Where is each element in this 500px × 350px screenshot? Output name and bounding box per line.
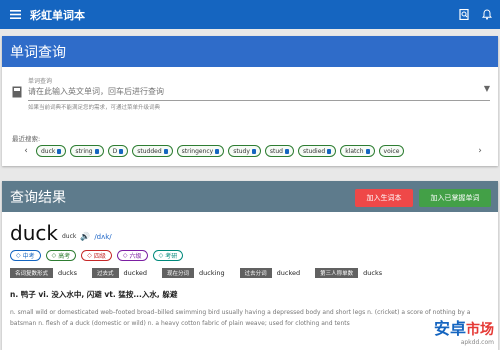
book-search-icon bbox=[459, 8, 469, 21]
recent-chip[interactable]: stringency bbox=[176, 145, 225, 157]
exam-tags: ◇ 中考 ◇ 高考 ◇ 四级 ◇ 六级 ◇ 考研 bbox=[10, 250, 184, 261]
word-title: duck bbox=[10, 221, 58, 245]
speaker-icon[interactable]: 🔊 bbox=[80, 232, 90, 241]
app-bar: 彩虹单词本 bbox=[0, 0, 500, 29]
form-value: ducks bbox=[363, 269, 383, 277]
recent-chip[interactable]: study bbox=[228, 145, 261, 157]
recent-chip[interactable]: D bbox=[107, 145, 129, 157]
search-underline bbox=[28, 100, 490, 101]
recent-chip[interactable]: string bbox=[70, 145, 104, 157]
recent-chip[interactable]: stud bbox=[264, 145, 294, 157]
exam-tag: ◇ 中考 bbox=[10, 250, 41, 261]
form-label: 现在分词 bbox=[162, 268, 195, 278]
word-heading: duck duck 🔊 /dʌk/ bbox=[10, 223, 112, 243]
watermark-text: 安卓 bbox=[433, 319, 466, 338]
menu-icon bbox=[9, 10, 21, 19]
phonetic: /dʌk/ bbox=[94, 233, 112, 241]
watermark-domain: apkdd.com bbox=[460, 339, 494, 346]
delete-icon[interactable] bbox=[365, 148, 370, 154]
delete-icon[interactable] bbox=[163, 148, 168, 154]
chevron-left-icon[interactable]: ‹ bbox=[20, 146, 32, 156]
form-label: 名词复数形式 bbox=[10, 268, 54, 278]
menu-button[interactable] bbox=[0, 0, 30, 29]
bell-icon bbox=[481, 9, 493, 20]
exam-tag: ◇ 高考 bbox=[45, 250, 77, 261]
recent-chip[interactable]: klatch bbox=[340, 145, 375, 157]
add-to-mastered-button[interactable]: 加入已掌握单词 bbox=[419, 189, 491, 207]
form-value: ducked bbox=[276, 269, 301, 277]
recent-chip[interactable]: duck bbox=[36, 145, 67, 157]
exam-tag: ◇ 六级 bbox=[116, 250, 148, 261]
delete-icon[interactable] bbox=[94, 148, 99, 154]
notification-button[interactable] bbox=[481, 5, 493, 24]
search-hint: 如果当前词典不能满足您的需求，可通过菜单升级词典 bbox=[28, 105, 161, 111]
form-label: 过去分词 bbox=[239, 268, 272, 278]
recent-chip[interactable]: studied bbox=[297, 145, 337, 157]
word-small: duck bbox=[61, 233, 77, 240]
recent-chip[interactable]: voice bbox=[378, 145, 405, 157]
search-book-button[interactable] bbox=[459, 5, 470, 24]
form-label: 过去式 bbox=[92, 268, 119, 278]
search-input[interactable] bbox=[28, 84, 468, 98]
chevron-right-icon[interactable]: › bbox=[474, 146, 486, 156]
word-forms: 名词复数形式 ducks 过去式 ducked 现在分词 ducking 过去分词 du… bbox=[10, 268, 397, 278]
recent-chips: duck string D studded stringency study s… bbox=[32, 145, 474, 157]
exam-tag: ◇ 考研 bbox=[152, 250, 184, 261]
delete-icon[interactable] bbox=[119, 148, 124, 154]
watermark-logo: 安卓市场 apkdd.com bbox=[434, 315, 494, 346]
book-icon bbox=[12, 86, 22, 98]
query-card: 单词查询 单词查询 ▼ 如果当前词典不能满足您的需求，可通过菜单升级词典 最近搜… bbox=[2, 36, 498, 166]
result-card-header: 查询结果 加入生词本 加入已掌握单词 bbox=[2, 181, 498, 212]
exam-tag: ◇ 四级 bbox=[81, 250, 112, 261]
delete-icon[interactable] bbox=[57, 148, 62, 154]
chinese-meaning: n. 鸭子 vi. 没入水中, 闪避 vt. 猛按...入水, 躲避 bbox=[10, 290, 178, 299]
query-card-title: 单词查询 bbox=[10, 44, 66, 61]
english-definition: n. small wild or domesticated web–footed… bbox=[10, 309, 471, 327]
delete-icon[interactable] bbox=[327, 148, 332, 154]
delete-icon[interactable] bbox=[215, 148, 220, 154]
form-label: 第三人称单数 bbox=[315, 268, 359, 278]
form-value: ducked bbox=[123, 269, 147, 277]
app-title: 彩虹单词本 bbox=[30, 8, 85, 22]
form-value: ducking bbox=[199, 269, 225, 277]
query-card-header: 单词查询 bbox=[2, 36, 498, 67]
recent-chip[interactable]: studded bbox=[132, 145, 173, 157]
add-to-new-words-button[interactable]: 加入生词本 bbox=[355, 189, 413, 207]
result-card-title: 查询结果 bbox=[10, 189, 66, 206]
form-value: ducks bbox=[58, 269, 77, 277]
recent-search-label: 最近搜索: bbox=[12, 135, 41, 143]
delete-icon[interactable] bbox=[251, 148, 256, 154]
recent-search-row: ‹ duck string D studded stringency study… bbox=[20, 144, 486, 158]
watermark-text-2: 市场 bbox=[466, 322, 494, 338]
dropdown-caret-icon[interactable]: ▼ bbox=[484, 84, 490, 93]
delete-icon[interactable] bbox=[284, 148, 289, 154]
